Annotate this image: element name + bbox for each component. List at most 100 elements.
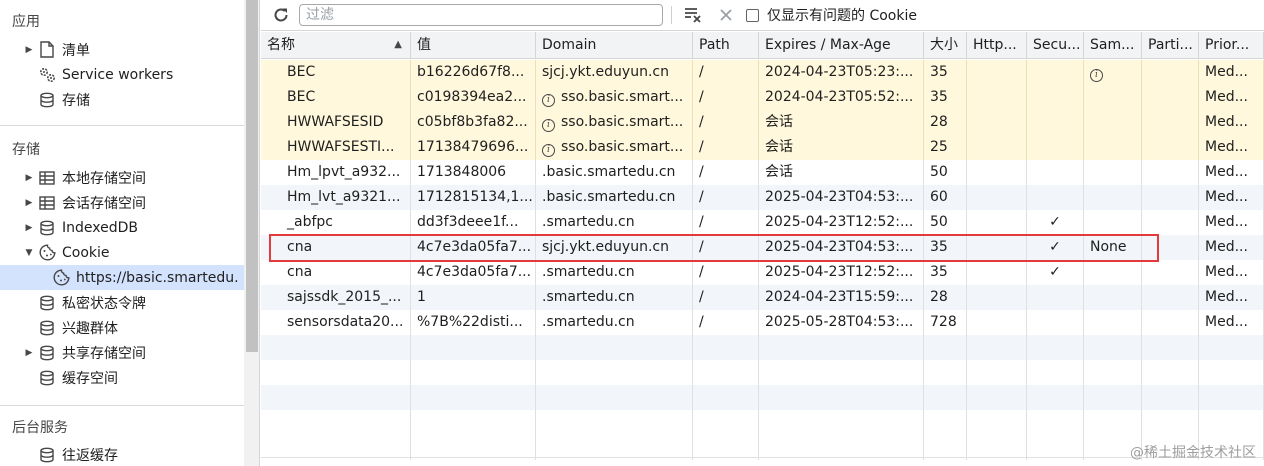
sidebar-item-indexeddb[interactable]: ▶ IndexedDB bbox=[22, 215, 259, 240]
cell-text: 60 bbox=[930, 189, 948, 205]
column-header[interactable]: Secu... bbox=[1027, 32, 1084, 59]
sidebar-scrollbar[interactable] bbox=[244, 0, 259, 466]
table-row[interactable]: Hm_lpvt_a932... 1713848006 .basic.smartedu… bbox=[261, 160, 1264, 185]
sidebar-item-session-storage[interactable]: ▶ 会话存储空间 bbox=[22, 190, 259, 215]
cell-text: 728 bbox=[930, 314, 957, 330]
cell-secure bbox=[1027, 110, 1084, 135]
cell-domain bbox=[536, 360, 693, 385]
cell-text: %7B%22disti... bbox=[417, 314, 523, 330]
table-row[interactable]: Hm_lvt_a9321... 1712815134,1... .basic.sma… bbox=[261, 185, 1264, 210]
database-icon bbox=[36, 90, 58, 110]
column-header[interactable]: Expires / Max-Age bbox=[759, 32, 924, 59]
column-header[interactable]: Prior... bbox=[1199, 32, 1264, 59]
refresh-button[interactable] bbox=[267, 1, 295, 29]
sidebar-item-storage[interactable]: 存储 bbox=[36, 87, 259, 112]
table-row[interactable]: _abfpc dd3f3deee1f... .smartedu.cn / 2025-04… bbox=[261, 210, 1264, 235]
cell-expires bbox=[759, 410, 924, 435]
column-header[interactable]: 名称 ▲ bbox=[261, 32, 411, 59]
cell-text: ✓ bbox=[1049, 264, 1061, 280]
table-row[interactable]: sajssdk_2015_... 1 .smartedu.cn / 2024-04-23… bbox=[261, 285, 1264, 310]
cell-domain: .smartedu.cn bbox=[536, 260, 693, 285]
column-header[interactable]: Path bbox=[693, 32, 759, 59]
clear-filtered-button[interactable] bbox=[680, 1, 708, 29]
cell-text: 1712815134,1... bbox=[417, 189, 533, 205]
table-row[interactable]: HWWAFSESID c05bf8b3fa82... i sso.basic.smar… bbox=[261, 110, 1264, 135]
cell-secure bbox=[1027, 385, 1084, 410]
cell-expires: 2024-04-23T05:23:... bbox=[759, 60, 924, 85]
sidebar-item-interest-groups[interactable]: 兴趣群体 bbox=[36, 315, 259, 340]
database-icon bbox=[36, 293, 58, 313]
cell-secure bbox=[1027, 160, 1084, 185]
empty-row bbox=[261, 335, 1264, 360]
issues-only-checkbox[interactable] bbox=[746, 8, 759, 22]
expand-arrow-icon[interactable]: ▶ bbox=[22, 173, 36, 183]
cell-partition bbox=[1142, 60, 1199, 85]
sidebar-item-local-storage[interactable]: ▶ 本地存储空间 bbox=[22, 165, 259, 190]
info-icon[interactable]: i bbox=[542, 119, 555, 132]
table-row[interactable]: BEC b16226d67f8... sjcj.ykt.eduyun.cn / 2024… bbox=[261, 60, 1264, 85]
sidebar-item-manifest[interactable]: ▶ 清单 bbox=[22, 37, 259, 62]
sidebar-item-back-forward-cache[interactable]: 往返缓存 bbox=[36, 442, 259, 466]
cell-partition bbox=[1142, 335, 1199, 360]
empty-row bbox=[261, 410, 1264, 435]
cell-text: .smartedu.cn bbox=[542, 314, 635, 330]
sidebar-item-service-workers[interactable]: Service workers bbox=[36, 62, 259, 87]
empty-row bbox=[261, 360, 1264, 385]
sidebar-item-cache-storage[interactable]: 缓存空间 bbox=[36, 365, 259, 390]
sidebar-item-shared-storage[interactable]: ▶ 共享存储空间 bbox=[22, 340, 259, 365]
sidebar-item-cookie[interactable]: ▼ Cookie bbox=[22, 240, 259, 265]
sidebar-item-label: 会话存储空间 bbox=[62, 195, 146, 212]
cell-text: sjcj.ykt.eduyun.cn bbox=[542, 239, 669, 255]
cell-expires: 2025-04-23T12:52:... bbox=[759, 210, 924, 235]
info-icon[interactable]: i bbox=[542, 94, 555, 107]
expand-arrow-icon[interactable]: ▶ bbox=[22, 223, 36, 233]
sidebar-item-cookie-origin[interactable]: https://basic.smartedu. bbox=[0, 265, 244, 290]
section-divider bbox=[0, 405, 244, 406]
column-header[interactable]: Domain bbox=[536, 32, 693, 59]
cell-expires bbox=[759, 335, 924, 360]
cell-secure bbox=[1027, 310, 1084, 335]
cell-secure bbox=[1027, 410, 1084, 435]
column-header[interactable]: Parti... bbox=[1142, 32, 1199, 59]
cell-domain: i sso.basic.smart... bbox=[536, 110, 693, 135]
cell-samesite bbox=[1084, 135, 1142, 160]
table-row[interactable]: HWWAFSESTI... 17138479696... i sso.basic.sm… bbox=[261, 135, 1264, 160]
expand-arrow-icon[interactable]: ▶ bbox=[22, 198, 36, 208]
scrollbar-thumb[interactable] bbox=[246, 0, 258, 352]
cell-size: 35 bbox=[924, 260, 967, 285]
cell-expires: 2024-04-23T05:52:... bbox=[759, 85, 924, 110]
column-header[interactable]: 大小 bbox=[924, 32, 967, 59]
column-header[interactable]: Sam... bbox=[1084, 32, 1142, 59]
cell-path bbox=[693, 410, 759, 435]
column-header-label: 值 bbox=[417, 37, 431, 53]
cell-priority: Med... bbox=[1199, 210, 1264, 235]
column-header[interactable]: Http... bbox=[967, 32, 1027, 59]
column-header-label: Http... bbox=[973, 37, 1017, 53]
collapse-arrow-icon[interactable]: ▼ bbox=[22, 248, 36, 258]
table-row[interactable]: BEC c0198394ea2... i sso.basic.smart... / 202… bbox=[261, 85, 1264, 110]
cell-text: Hm_lpvt_a932... bbox=[287, 164, 401, 180]
cell-samesite bbox=[1084, 260, 1142, 285]
cell-domain: .smartedu.cn bbox=[536, 310, 693, 335]
filter-input[interactable] bbox=[299, 4, 663, 26]
cell-samesite bbox=[1084, 85, 1142, 110]
expand-arrow-icon[interactable]: ▶ bbox=[22, 45, 36, 55]
column-header-label: 名称 bbox=[267, 37, 295, 53]
info-icon[interactable]: i bbox=[542, 144, 555, 157]
clear-all-button[interactable] bbox=[712, 1, 740, 29]
cell-priority bbox=[1199, 385, 1264, 410]
info-icon[interactable]: i bbox=[1090, 69, 1103, 82]
column-header-label: 大小 bbox=[930, 37, 958, 53]
cell-text: .smartedu.cn bbox=[542, 264, 635, 280]
expand-arrow-icon[interactable]: ▶ bbox=[22, 348, 36, 358]
table-row[interactable]: cna 4c7e3da05fa7... .smartedu.cn / 2025-04-2… bbox=[261, 260, 1264, 285]
database-icon bbox=[36, 318, 58, 338]
table-bottom-border bbox=[261, 457, 1264, 458]
column-header[interactable]: 值 bbox=[411, 32, 536, 59]
table-row[interactable]: cna 4c7e3da05fa7... sjcj.ykt.eduyun.cn / 202… bbox=[261, 235, 1264, 260]
sidebar-item-private-state-tokens[interactable]: 私密状态令牌 bbox=[36, 290, 259, 315]
cell-text: 35 bbox=[930, 64, 948, 80]
section-title-application: 应用 bbox=[12, 14, 40, 30]
table-row[interactable]: sensorsdata20... %7B%22disti... .smartedu.… bbox=[261, 310, 1264, 335]
cell-http bbox=[967, 185, 1027, 210]
